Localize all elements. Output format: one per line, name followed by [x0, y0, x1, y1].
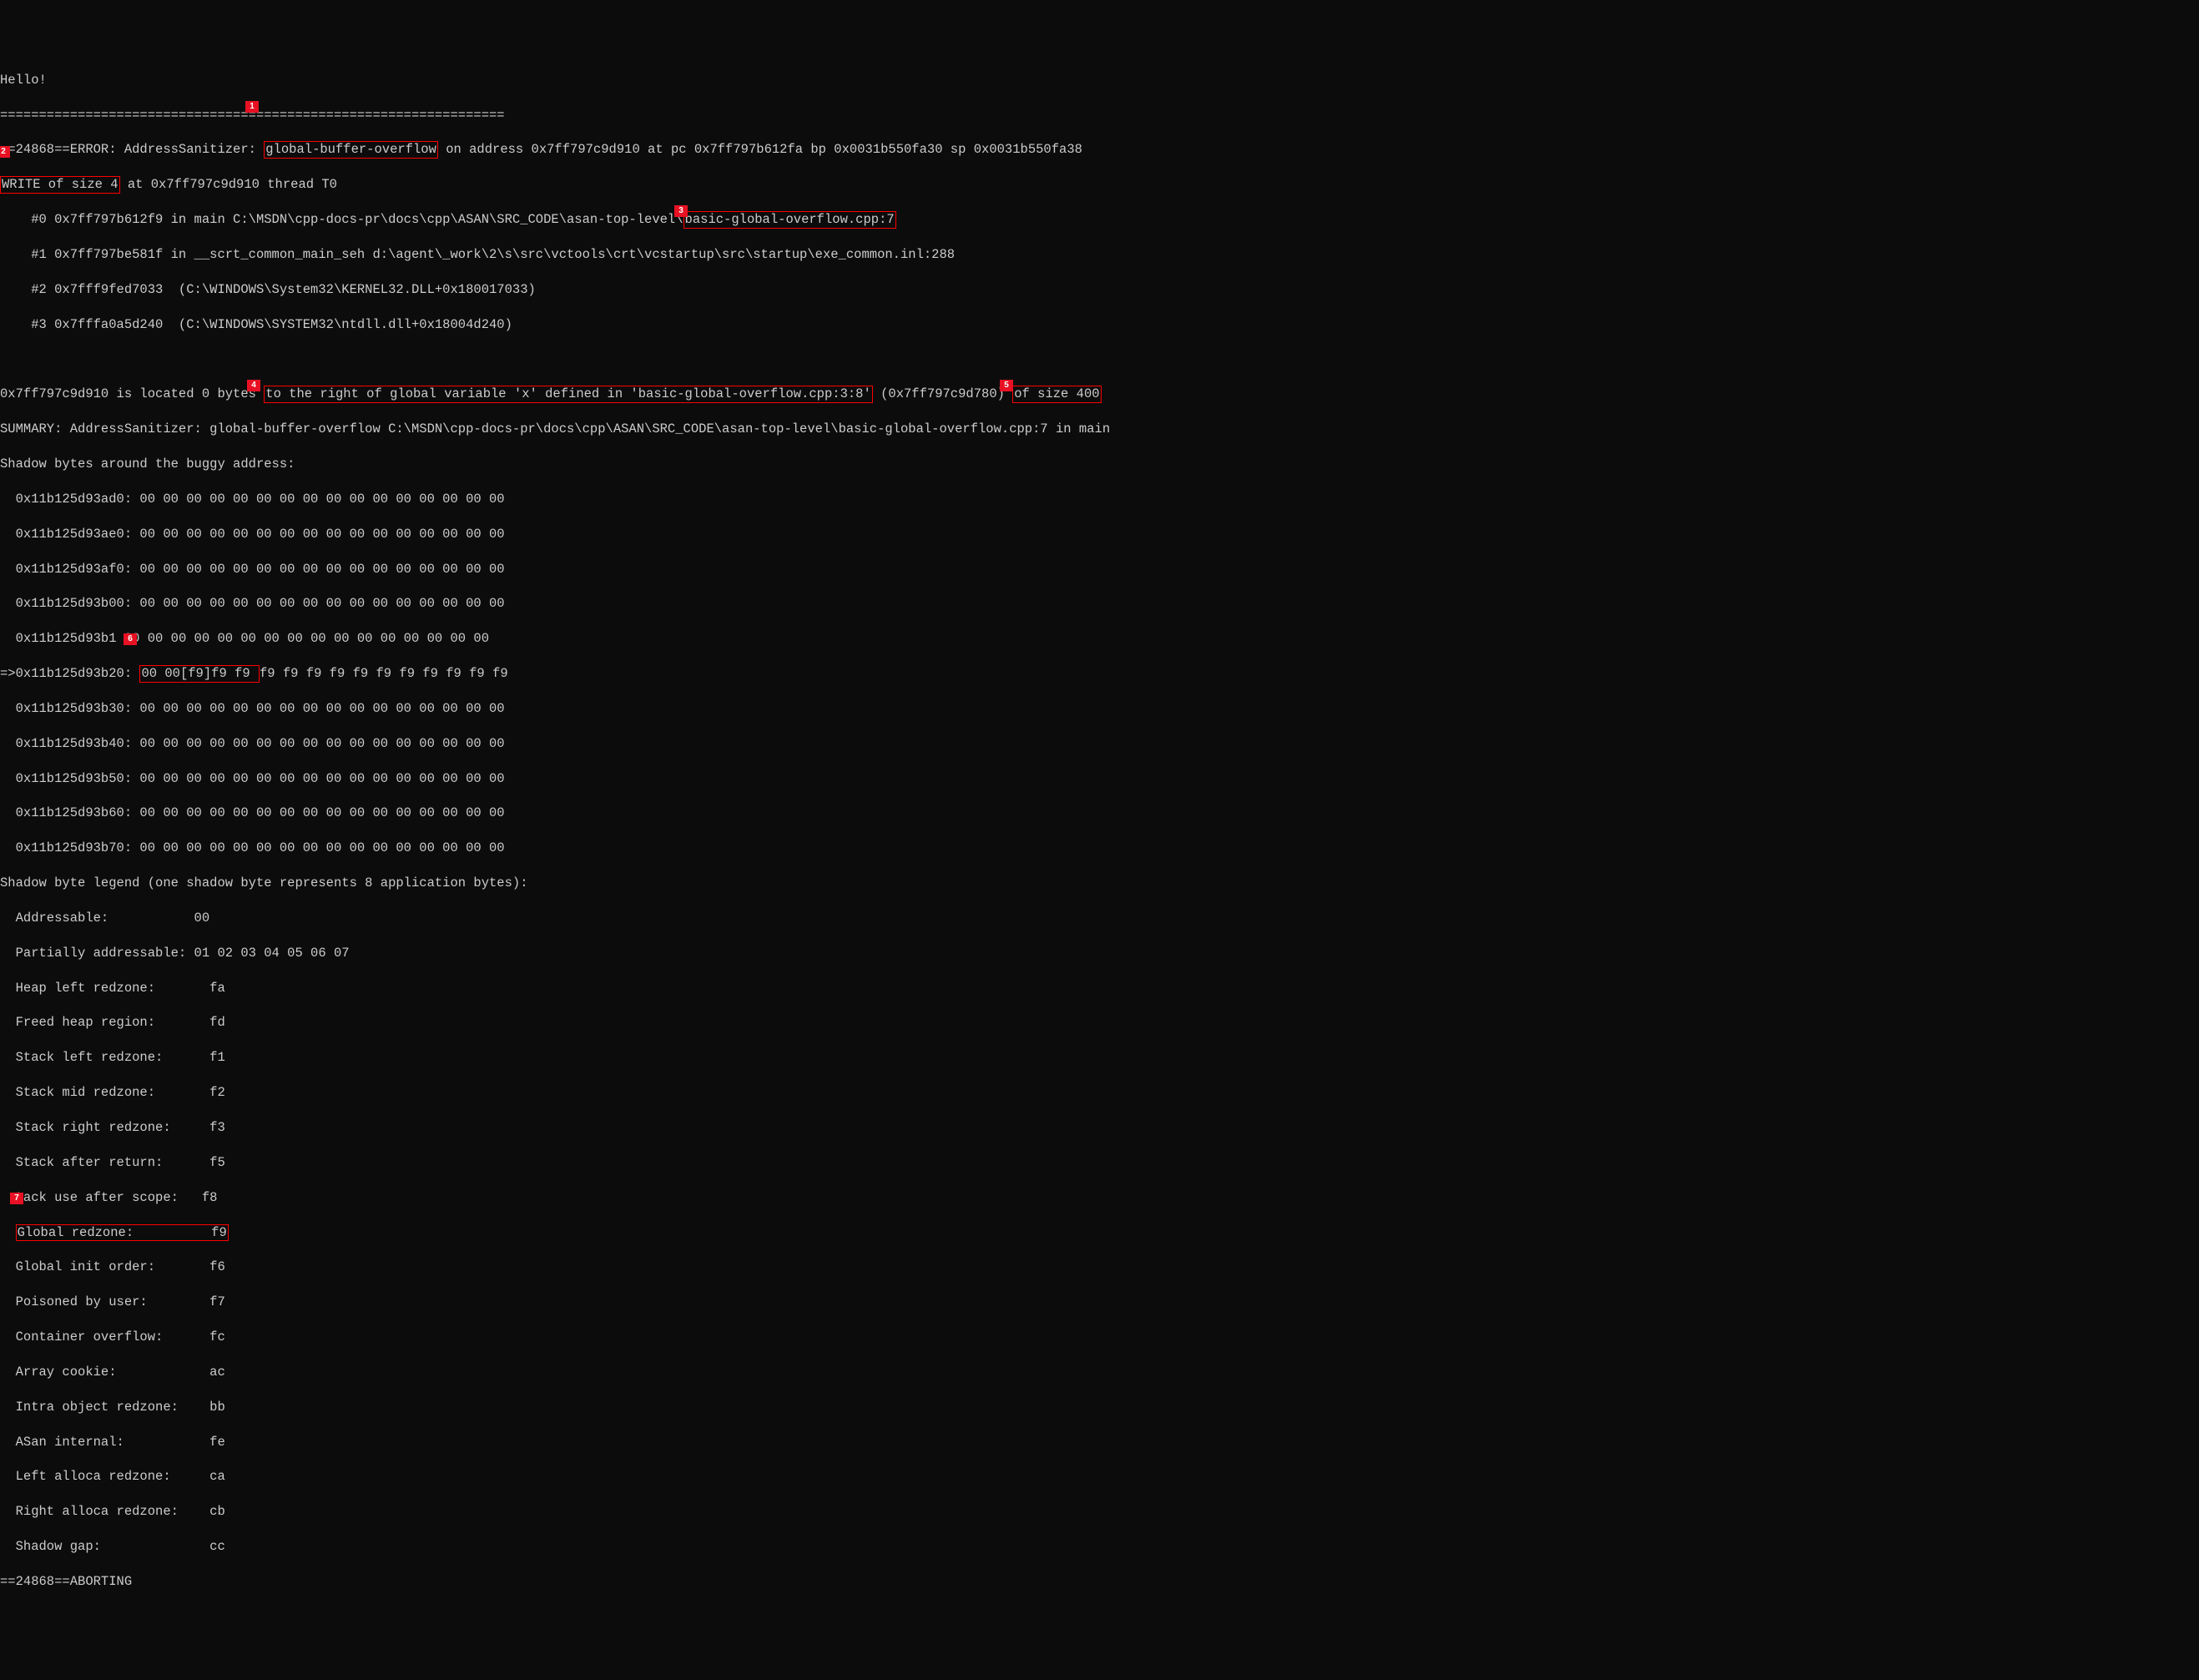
legend-stack-left: Stack left redzone: f1 — [0, 1049, 2199, 1067]
shadow-r5a: =>0x11b125d93b20: — [0, 666, 139, 681]
legend-global-redzone-box: Global redzone: f9 — [16, 1224, 229, 1242]
legend-poisoned: Poisoned by user: f7 — [0, 1294, 2199, 1311]
frame-0-a: #0 0x7ff797b612f9 in main C:\MSDN\cpp-do… — [0, 212, 683, 227]
legend-partial: Partially addressable: 01 02 03 04 05 06… — [0, 945, 2199, 962]
frame-1: #1 0x7ff797be581f in __scrt_common_main_… — [0, 246, 2199, 264]
shadow-row-trunc: 6 0x11b125d93b1 00 00 00 00 00 00 00 00 … — [0, 630, 2199, 648]
legend-addressable: Addressable: 00 — [0, 910, 2199, 927]
frame-3: #3 0x7fffa0a5d240 (C:\WINDOWS\SYSTEM32\n… — [0, 316, 2199, 334]
separator: 1=======================================… — [0, 107, 2199, 124]
legend-asan: ASan internal: fe — [0, 1434, 2199, 1451]
error-type-box: global-buffer-overflow — [264, 141, 438, 159]
legend-stack-mid: Stack mid redzone: f2 — [0, 1084, 2199, 1102]
write-suffix: at 0x7ff797c9d910 thread T0 — [120, 177, 337, 192]
error-line: 2==24868==ERROR: AddressSanitizer: globa… — [0, 141, 2199, 159]
error-suffix: on address 0x7ff797c9d910 at pc 0x7ff797… — [438, 142, 1082, 157]
frame-0-file-box: basic-global-overflow.cpp:7 — [683, 211, 896, 229]
loc-size-box: of size 400 — [1012, 386, 1101, 403]
legend-cookie: Array cookie: ac — [0, 1364, 2199, 1381]
legend-stack-after: Stack after return: f5 — [0, 1154, 2199, 1172]
write-size-box: WRITE of size 4 — [0, 176, 120, 194]
shadow-row: 0x11b125d93b70: 00 00 00 00 00 00 00 00 … — [0, 840, 2199, 857]
aborting: ==24868==ABORTING — [0, 1573, 2199, 1591]
legend-gr-a — [0, 1225, 16, 1240]
shadow-row: 0x11b125d93ad0: 00 00 00 00 00 00 00 00 … — [0, 491, 2199, 508]
legend-scope-b: tack use after scope: f8 — [16, 1190, 218, 1205]
frame-2: #2 0x7fff9fed7033 (C:\WINDOWS\System32\K… — [0, 281, 2199, 299]
shadow-row: 0x11b125d93af0: 00 00 00 00 00 00 00 00 … — [0, 561, 2199, 578]
shadow-row: 0x11b125d93ae0: 00 00 00 00 00 00 00 00 … — [0, 526, 2199, 543]
callout-4: 4 — [247, 380, 260, 391]
shadow-row: 0x11b125d93b50: 00 00 00 00 00 00 00 00 … — [0, 770, 2199, 788]
shadow-header: Shadow bytes around the buggy address: — [0, 456, 2199, 473]
callout-7: 7 — [10, 1193, 23, 1204]
greeting: Hello! — [0, 72, 2199, 89]
legend-container: Container overflow: fc — [0, 1329, 2199, 1346]
shadow-row: 0x11b125d93b30: 00 00 00 00 00 00 00 00 … — [0, 700, 2199, 718]
shadow-current-box: 00 00[f9]f9 f9 — [139, 665, 260, 683]
loc-c: (0x7ff797c9d780) — [873, 386, 1012, 401]
blank — [0, 351, 2199, 368]
location-line: 450x7ff797c9d910 is located 0 bytes to t… — [0, 386, 2199, 403]
write-line: WRITE of size 4 at 0x7ff797c9d910 thread… — [0, 176, 2199, 194]
shadow-row: 0x11b125d93b00: 00 00 00 00 00 00 00 00 … — [0, 595, 2199, 613]
legend-global-init: Global init order: f6 — [0, 1259, 2199, 1276]
shadow-r4b: 00 00 00 00 00 00 00 00 00 00 00 00 00 0… — [117, 631, 489, 646]
loc-var-box: to the right of global variable 'x' defi… — [264, 386, 873, 403]
legend-gap: Shadow gap: cc — [0, 1538, 2199, 1556]
legend-stack-right: Stack right redzone: f3 — [0, 1119, 2199, 1137]
callout-1: 1 — [245, 101, 259, 113]
legend-heap-left: Heap left redzone: fa — [0, 980, 2199, 997]
summary-line: SUMMARY: AddressSanitizer: global-buffer… — [0, 421, 2199, 438]
error-prefix: ==24868==ERROR: AddressSanitizer: — [0, 142, 264, 157]
legend-left-alloca: Left alloca redzone: ca — [0, 1468, 2199, 1486]
legend-header: Shadow byte legend (one shadow byte repr… — [0, 875, 2199, 892]
legend-freed: Freed heap region: fd — [0, 1014, 2199, 1032]
legend-global-redzone: Global redzone: f9 — [0, 1224, 2199, 1242]
callout-5: 5 — [1000, 380, 1013, 391]
shadow-r5c: f9 f9 f9 f9 f9 f9 f9 f9 f9 f9 f9 — [260, 666, 508, 681]
frame-0: 3 #0 0x7ff797b612f9 in main C:\MSDN\cpp-… — [0, 211, 2199, 229]
callout-6: 6 — [124, 633, 137, 645]
callout-2: 2 — [0, 146, 10, 158]
legend-intra: Intra object redzone: bb — [0, 1399, 2199, 1416]
loc-a: 0x7ff797c9d910 is located 0 bytes — [0, 386, 264, 401]
legend-stack-scope: 7 tack use after scope: f8 — [0, 1189, 2199, 1207]
shadow-row: 0x11b125d93b40: 00 00 00 00 00 00 00 00 … — [0, 735, 2199, 753]
shadow-row-current: =>0x11b125d93b20: 00 00[f9]f9 f9 f9 f9 f… — [0, 665, 2199, 683]
legend-right-alloca: Right alloca redzone: cb — [0, 1503, 2199, 1521]
shadow-row: 0x11b125d93b60: 00 00 00 00 00 00 00 00 … — [0, 805, 2199, 822]
callout-3: 3 — [674, 205, 688, 217]
shadow-r4a: 0x11b125d93b1 — [0, 631, 117, 646]
